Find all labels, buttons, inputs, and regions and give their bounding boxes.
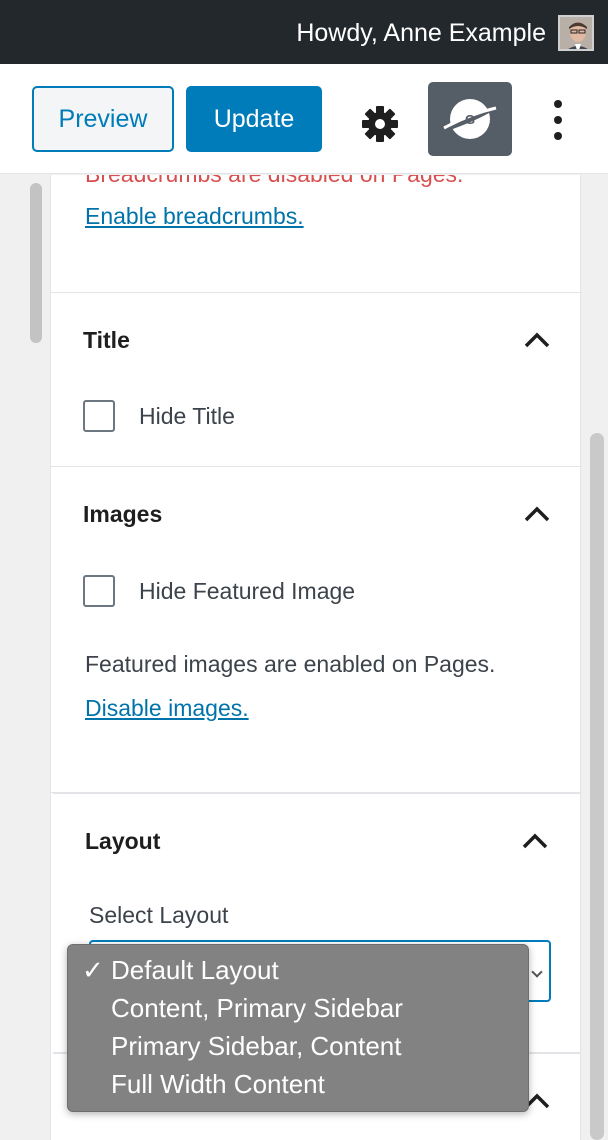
breadcrumbs-notice: Breadcrumbs are disabled on Pages. [85,175,463,188]
enable-breadcrumbs-link[interactable]: Enable breadcrumbs. [85,203,304,230]
account-greeting[interactable]: Howdy, Anne Example [296,18,546,48]
chevron-up-icon[interactable] [521,832,549,852]
title-panel-heading[interactable]: Title [83,327,130,354]
disable-images-link[interactable]: Disable images. [85,695,249,722]
genesis-settings-button[interactable]: G [428,82,512,156]
scrollbar-right[interactable] [590,433,604,1140]
featured-images-info: Featured images are enabled on Pages. [85,651,496,677]
chevron-up-icon[interactable] [523,505,551,525]
images-panel-heading[interactable]: Images [83,501,162,528]
layout-option-content-sidebar[interactable]: Content, Primary Sidebar [68,989,528,1027]
more-options-icon[interactable] [544,98,572,142]
editor-header: Preview Update G [0,64,608,174]
layout-option-default[interactable]: ✓ Default Layout [68,951,528,989]
option-label: Full Width Content [111,1069,325,1099]
hide-title-checkbox[interactable] [83,400,115,432]
chevron-up-icon[interactable] [523,331,551,351]
chevron-down-icon [531,966,543,978]
select-layout-label: Select Layout [89,902,229,928]
option-label: Primary Sidebar, Content [111,1031,402,1061]
breadcrumbs-panel: Breadcrumbs are disabled on Pages. Enabl… [51,175,582,293]
hide-title-label: Hide Title [139,402,235,429]
layout-dropdown-menu: ✓ Default Layout Content, Primary Sideba… [67,944,529,1112]
preview-label: Preview [58,104,148,133]
hide-featured-image-row[interactable]: Hide Featured Image [83,575,355,607]
hide-featured-image-label: Hide Featured Image [139,577,356,604]
images-panel: Images Hide Featured Image Featured imag… [51,467,582,793]
option-label: Content, Primary Sidebar [111,993,403,1023]
hide-featured-image-checkbox[interactable] [83,575,115,607]
option-label: Default Layout [111,955,279,985]
gear-icon[interactable] [358,102,402,146]
admin-bar: Howdy, Anne Example [0,0,608,64]
preview-button[interactable]: Preview [32,86,174,152]
checkmark-icon: ✓ [82,955,104,985]
layout-option-sidebar-content[interactable]: Primary Sidebar, Content [68,1027,528,1065]
update-label: Update [213,104,295,133]
genesis-letter: G [465,112,475,127]
hide-title-row[interactable]: Hide Title [83,400,235,432]
scrollbar-left[interactable] [30,183,42,343]
update-button[interactable]: Update [186,86,322,152]
layout-panel-heading[interactable]: Layout [85,828,160,855]
title-panel: Title Hide Title [51,293,582,467]
avatar[interactable] [558,15,594,51]
layout-option-full-width[interactable]: Full Width Content [68,1065,528,1103]
genesis-logo-icon: G [443,99,497,139]
